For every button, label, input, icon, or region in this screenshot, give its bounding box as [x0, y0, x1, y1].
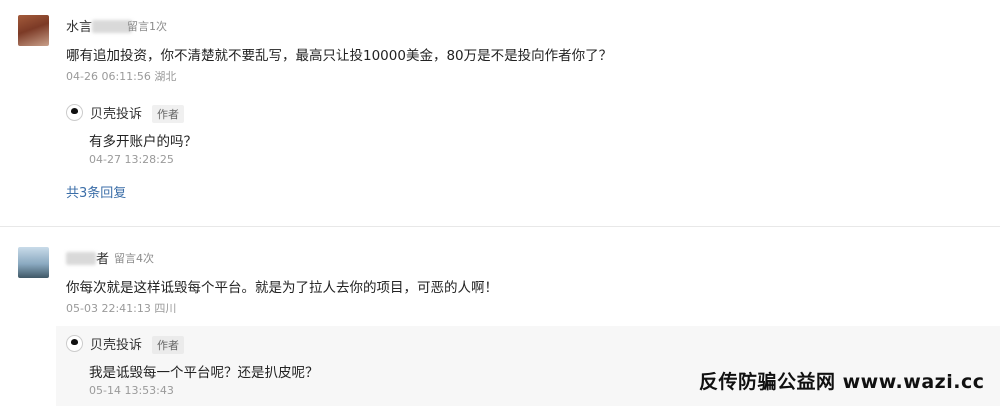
more-replies-link[interactable]: 共3条回复 — [66, 182, 126, 201]
author-logo-icon — [66, 335, 83, 352]
reply-text: 我是诋毁每一个平台呢？还是扒皮呢？ — [89, 365, 319, 381]
reply-author[interactable]: 贝壳投诉 — [90, 103, 142, 122]
reply-author[interactable]: 贝壳投诉 — [90, 334, 142, 353]
author-logo-icon — [66, 104, 83, 121]
comment-item: 水言 留言1次 哪有追加投资，你不清楚就不要乱写，最高只让投10000美金，80… — [0, 0, 1000, 226]
message-count: 留言4次 — [114, 252, 154, 265]
message-count: 留言1次 — [127, 20, 167, 33]
avatar[interactable] — [18, 15, 49, 46]
comment-location: 湖北 — [154, 70, 177, 83]
comment-location: 四川 — [154, 302, 177, 315]
reply-text: 有多开账户的吗？ — [89, 134, 197, 150]
reply-item: 贝壳投诉 作者 我是诋毁每一个平台呢？还是扒皮呢？ 05-14 13:53:43 — [56, 326, 1000, 406]
comment-text: 哪有追加投资，你不清楚就不要乱写，最高只让投10000美金，80万是不是投向作者… — [66, 48, 613, 64]
comment-username[interactable]: 水言 — [66, 16, 133, 35]
comment-timestamp: 05-03 22:41:13 — [66, 302, 151, 315]
author-badge: 作者 — [152, 336, 184, 354]
reply-timestamp: 05-14 13:53:43 — [89, 384, 174, 397]
comment-username[interactable]: 者 — [66, 248, 109, 267]
username-text: 者 — [96, 252, 110, 267]
reply-timestamp: 04-27 13:28:25 — [89, 153, 174, 166]
watermark: 反传防骗公益网 www.wazi.cc — [699, 371, 985, 393]
author-badge: 作者 — [152, 105, 184, 123]
username-redaction — [66, 252, 96, 265]
comment-text: 你每次就是这样诋毁每个平台。就是为了拉人去你的项目，可恶的人啊！ — [66, 280, 498, 296]
comment-timestamp: 04-26 06:11:56 — [66, 70, 151, 83]
username-text: 水言 — [66, 20, 93, 35]
comment-meta: 05-03 22:41:13 四川 — [66, 300, 176, 316]
comment-meta: 04-26 06:11:56 湖北 — [66, 68, 176, 84]
avatar[interactable] — [18, 247, 49, 278]
reply-item: 贝壳投诉 作者 有多开账户的吗？ 04-27 13:28:25 — [56, 98, 1000, 170]
